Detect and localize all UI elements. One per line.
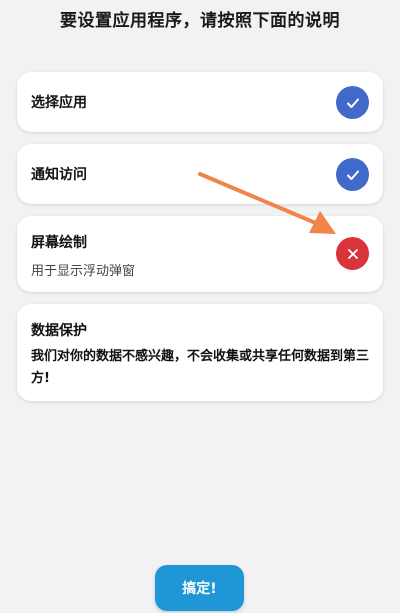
done-button[interactable]: 搞定! xyxy=(155,565,244,611)
check-icon xyxy=(346,170,359,180)
step-card-notification-access[interactable]: 通知访问 xyxy=(17,144,383,204)
step-subtitle: 用于显示浮动弹窗 xyxy=(31,264,136,279)
check-icon xyxy=(346,98,359,108)
privacy-text: 我们对你的数据不感兴趣，不会收集或共享任何数据到第三方! xyxy=(31,349,370,386)
step-title: 通知访问 xyxy=(31,167,87,183)
step-title: 屏幕绘制 xyxy=(31,235,87,251)
status-done-badge xyxy=(336,158,369,191)
step-card-select-app[interactable]: 选择应用 xyxy=(17,72,383,132)
step-card-screen-overlay[interactable]: 屏幕绘制 用于显示浮动弹窗 xyxy=(17,216,383,292)
privacy-card: 数据保护 我们对你的数据不感兴趣，不会收集或共享任何数据到第三方! xyxy=(17,304,383,401)
step-title: 选择应用 xyxy=(31,95,87,111)
status-done-badge xyxy=(336,86,369,119)
status-not-granted-badge[interactable] xyxy=(336,237,369,270)
privacy-title: 数据保护 xyxy=(31,323,87,339)
close-icon xyxy=(347,248,358,259)
page-title: 要设置应用程序，请按照下面的说明 xyxy=(60,11,340,31)
